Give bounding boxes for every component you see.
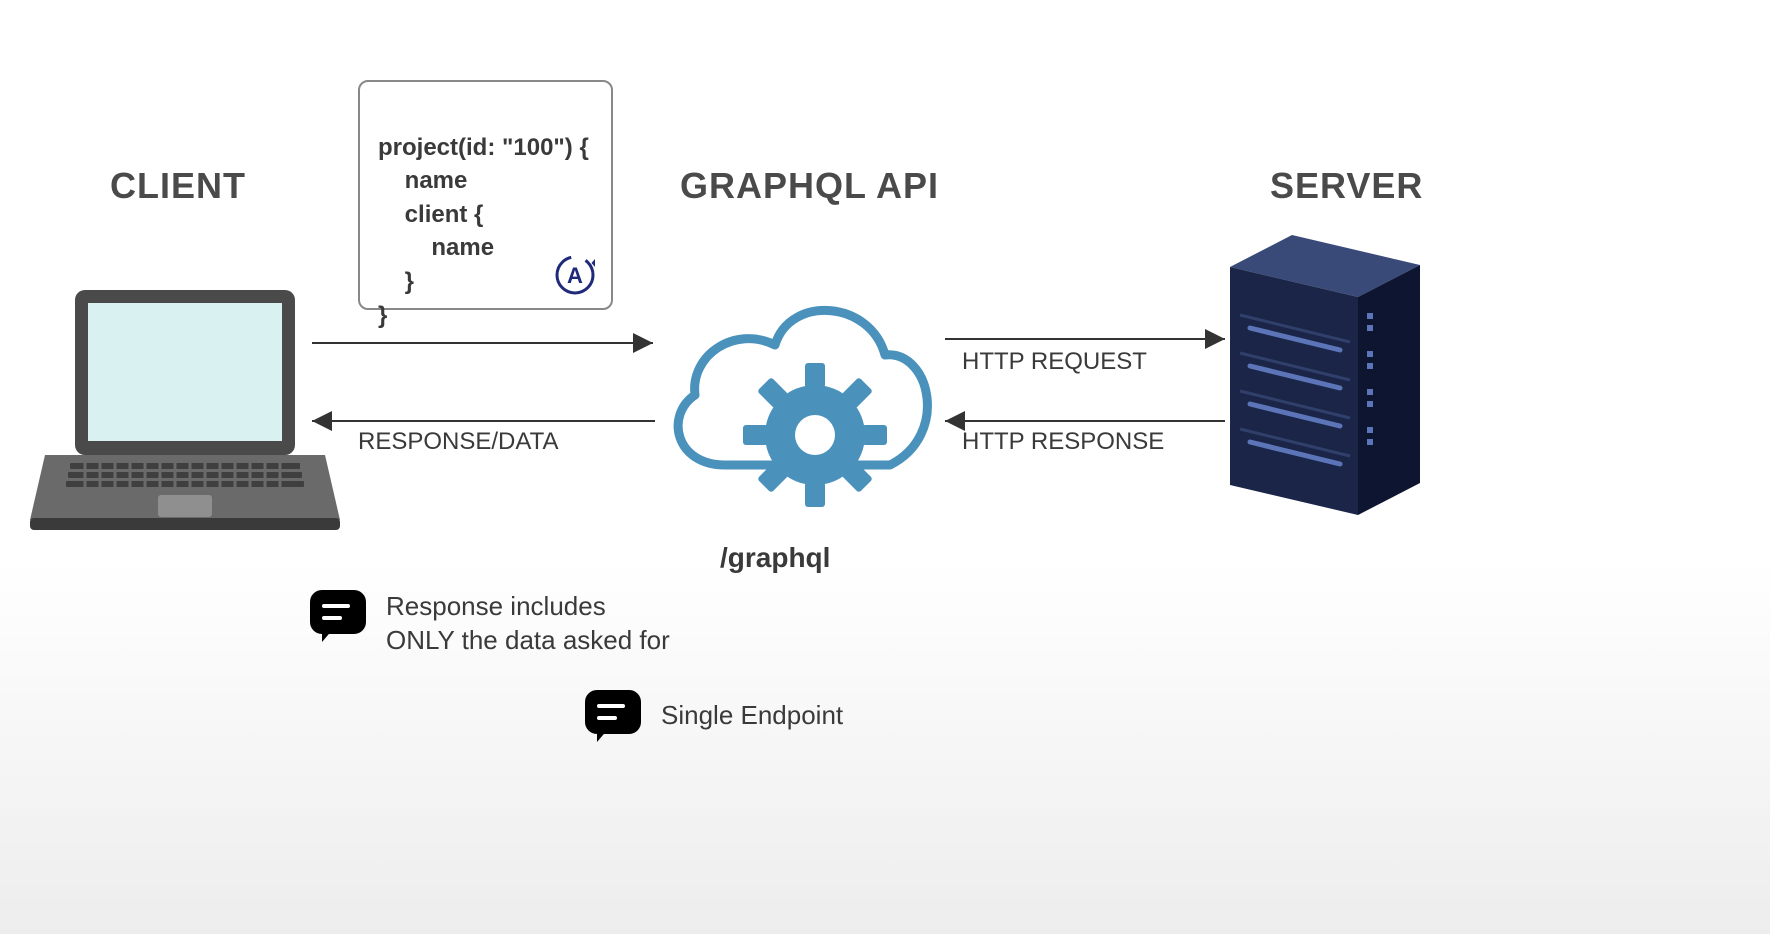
svg-text:A: A [567, 263, 583, 288]
laptop-icon [30, 285, 340, 530]
note-text-2: Single Endpoint [661, 699, 843, 733]
note-text-1: Response includes ONLY the data asked fo… [386, 590, 670, 658]
server-icon [1230, 235, 1420, 515]
client-title: CLIENT [110, 165, 246, 207]
code-line-2: name [378, 167, 467, 194]
server-title: SERVER [1270, 165, 1423, 207]
code-line-5: } [378, 268, 414, 295]
label-response-data: RESPONSE/DATA [358, 428, 558, 456]
label-http-request: HTTP REQUEST [962, 348, 1147, 376]
code-line-1: project(id: "100") { [378, 134, 589, 161]
label-http-response: HTTP RESPONSE [962, 428, 1164, 456]
graphql-query-box: project(id: "100") { name client { name … [358, 80, 613, 310]
code-line-4: name [378, 234, 494, 261]
endpoint-label: /graphql [720, 542, 830, 574]
code-line-3: client { [378, 201, 483, 228]
note-response-data: Response includes ONLY the data asked fo… [310, 590, 670, 658]
message-icon [585, 690, 641, 742]
message-icon [310, 590, 366, 642]
apollo-icon: A [554, 254, 596, 296]
code-line-6: } [378, 302, 387, 329]
cloud-gear-icon [650, 265, 940, 510]
graphql-api-title: GRAPHQL API [680, 165, 939, 207]
note-single-endpoint: Single Endpoint [585, 690, 843, 742]
